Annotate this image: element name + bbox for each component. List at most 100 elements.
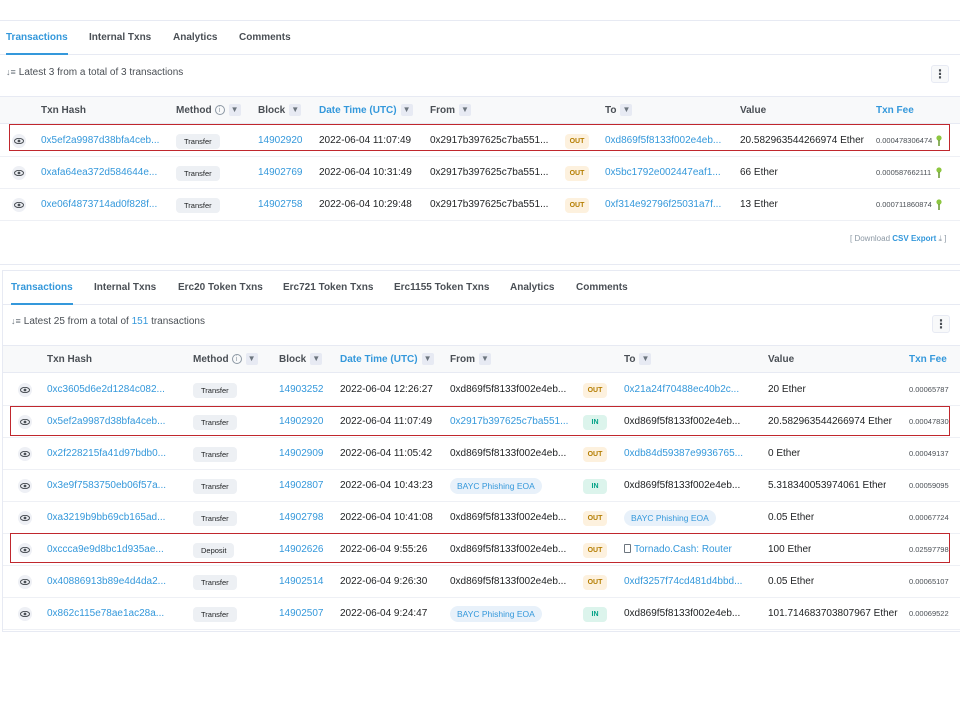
value: 100 Ether — [768, 544, 812, 555]
eye-icon[interactable] — [18, 447, 32, 461]
txn-hash-link[interactable]: 0x5ef2a9987d38bfa4ceb... — [41, 125, 159, 157]
direction-badge: OUT — [583, 543, 607, 558]
txn-hash-link[interactable]: 0x5ef2a9987d38bfa4ceb... — [47, 406, 165, 438]
to-address[interactable]: 0x5bc1792e002447eaf1... — [605, 157, 721, 189]
value: 0.05 Ether — [768, 576, 815, 587]
tab-comments[interactable]: Comments — [239, 21, 291, 55]
eye-icon[interactable] — [18, 543, 32, 557]
block-link[interactable]: 14902507 — [279, 598, 324, 630]
col-txn-fee[interactable]: Txn Fee — [909, 346, 947, 374]
to-address[interactable]: 0xdb84d59387e9936765... — [624, 438, 743, 470]
txn-hash-link[interactable]: 0xc3605d6e2d1284c082... — [47, 374, 165, 406]
filter-icon[interactable]: ▼ — [400, 104, 413, 117]
value: 5.318340053974061 Ether — [768, 480, 887, 491]
block-link[interactable]: 14902920 — [279, 406, 324, 438]
direction-badge: IN — [583, 479, 607, 494]
to-address[interactable]: 0xdf3257f74cd481d4bbd... — [624, 566, 742, 598]
tab-erc721-token-txns[interactable]: Erc721 Token Txns — [283, 271, 373, 305]
txn-hash-link[interactable]: 0xafa64ea372d584644e... — [41, 157, 157, 189]
txn-hash-link[interactable]: 0x3e9f7583750eb06f57a... — [47, 470, 166, 502]
filter-icon[interactable]: ▼ — [310, 353, 323, 366]
eye-icon[interactable] — [18, 607, 32, 621]
tab-internal-txns[interactable]: Internal Txns — [94, 271, 156, 305]
filter-icon[interactable]: ▼ — [459, 104, 471, 117]
method-badge: Transfer — [193, 447, 237, 462]
eye-icon[interactable] — [12, 166, 26, 180]
tab-analytics[interactable]: Analytics — [173, 21, 217, 55]
txn-fee: 0.00059095 — [909, 481, 949, 490]
filter-icon[interactable]: ▼ — [639, 353, 652, 366]
col-txn-hash: Txn Hash — [41, 105, 87, 116]
tab-erc20-token-txns[interactable]: Erc20 Token Txns — [178, 271, 263, 305]
date-time: 2022-06-04 10:31:49 — [319, 167, 412, 178]
to-address[interactable]: 0xd869f5f8133f002e4eb... — [605, 125, 721, 157]
filter-icon[interactable]: ▼ — [620, 104, 633, 117]
eye-icon[interactable] — [12, 134, 26, 148]
tab-transactions[interactable]: Transactions — [11, 271, 73, 305]
txn-hash-link[interactable]: 0x2f228215fa41d97bdb0... — [47, 438, 166, 470]
from-address-tag[interactable]: BAYC Phishing EOA — [450, 478, 542, 494]
from-address-tag[interactable]: BAYC Phishing EOA — [450, 606, 542, 622]
block-link[interactable]: 14902758 — [258, 189, 303, 221]
tab-comments[interactable]: Comments — [576, 271, 628, 305]
col-date-time[interactable]: Date Time (UTC) ▼ — [340, 346, 434, 374]
txn-hash-link[interactable]: 0xa3219b9bb69cb165ad... — [47, 502, 165, 534]
filter-icon[interactable]: ▼ — [245, 353, 258, 366]
csv-export-link[interactable]: CSV Export — [892, 234, 936, 243]
value: 20.582963544266974 Ether — [768, 416, 893, 427]
transactions-total[interactable]: 151 — [132, 316, 149, 327]
block-link[interactable]: 14902920 — [258, 125, 303, 157]
txn-hash-link[interactable]: 0xe06f4873714ad0f828f... — [41, 189, 157, 221]
txn-fee: 0.00069522 — [909, 609, 949, 618]
block-link[interactable]: 14902807 — [279, 470, 324, 502]
col-txn-fee[interactable]: Txn Fee — [876, 97, 914, 125]
block-link[interactable]: 14903252 — [279, 374, 324, 406]
table-header: Txn Hash Method i ▼ Block ▼ Date Time (UTC)… — [0, 96, 960, 124]
to-address-contract[interactable]: Tornado.Cash: Router — [624, 534, 732, 566]
to-address[interactable]: 0xf314e92796f25031a7f... — [605, 189, 721, 221]
method-badge: Transfer — [193, 607, 237, 622]
block-link[interactable]: 14902769 — [258, 157, 303, 189]
col-date-time[interactable]: Date Time (UTC) ▼ — [319, 97, 413, 125]
eye-icon[interactable] — [18, 383, 32, 397]
fee-icon[interactable] — [936, 135, 942, 146]
more-icon[interactable]: ⋮ — [932, 315, 950, 333]
eye-icon[interactable] — [18, 511, 32, 525]
from-address: 0xd869f5f8133f002e4eb... — [450, 448, 567, 459]
txn-fee: 0.00065107 — [909, 577, 949, 586]
block-link[interactable]: 14902626 — [279, 534, 324, 566]
block-link[interactable]: 14902909 — [279, 438, 324, 470]
download-icon: ⤓ — [938, 234, 943, 243]
to-address[interactable]: 0x21a24f70488ec40b2c... — [624, 374, 739, 406]
value: 20 Ether — [768, 384, 806, 395]
block-link[interactable]: 14902514 — [279, 566, 324, 598]
info-icon[interactable]: i — [214, 105, 225, 116]
txn-hash-link[interactable]: 0x40886913b89e4d4da2... — [47, 566, 166, 598]
txn-hash-link[interactable]: 0x862c115e78ae1ac28a... — [47, 598, 164, 630]
eye-icon[interactable] — [12, 198, 26, 212]
filter-icon[interactable]: ▼ — [289, 104, 302, 117]
block-link[interactable]: 14902798 — [279, 502, 324, 534]
eye-icon[interactable] — [18, 479, 32, 493]
table-row: 0xc3605d6e2d1284c082... Transfer 14903252 2… — [3, 374, 960, 406]
more-icon[interactable]: ⋮ — [931, 65, 949, 83]
transactions-summary: ↓≡ Latest 3 from a total of 3 transaction… — [6, 67, 184, 78]
txn-fee: 0.00067724 — [909, 513, 949, 522]
tab-analytics[interactable]: Analytics — [510, 271, 554, 305]
from-address: 0xd869f5f8133f002e4eb... — [450, 576, 567, 587]
fee-icon[interactable] — [936, 199, 942, 210]
from-address[interactable]: 0x2917b397625c7ba551... — [450, 406, 568, 438]
tab-erc1155-token-txns[interactable]: Erc1155 Token Txns — [394, 271, 489, 305]
fee-icon[interactable] — [936, 167, 942, 178]
filter-icon[interactable]: ▼ — [228, 104, 241, 117]
info-icon[interactable]: i — [231, 354, 242, 365]
to-address-tag[interactable]: BAYC Phishing EOA — [624, 510, 716, 526]
filter-icon[interactable]: ▼ — [421, 353, 434, 366]
filter-icon[interactable]: ▼ — [479, 353, 491, 366]
tab-transactions[interactable]: Transactions — [6, 21, 68, 55]
eye-icon[interactable] — [18, 575, 32, 589]
txn-hash-link[interactable]: 0xccca9e9d8bc1d935ae... — [47, 534, 164, 566]
tab-internal-txns[interactable]: Internal Txns — [89, 21, 151, 55]
tab-bar: Transactions Internal Txns Analytics Com… — [0, 21, 960, 55]
eye-icon[interactable] — [18, 415, 32, 429]
